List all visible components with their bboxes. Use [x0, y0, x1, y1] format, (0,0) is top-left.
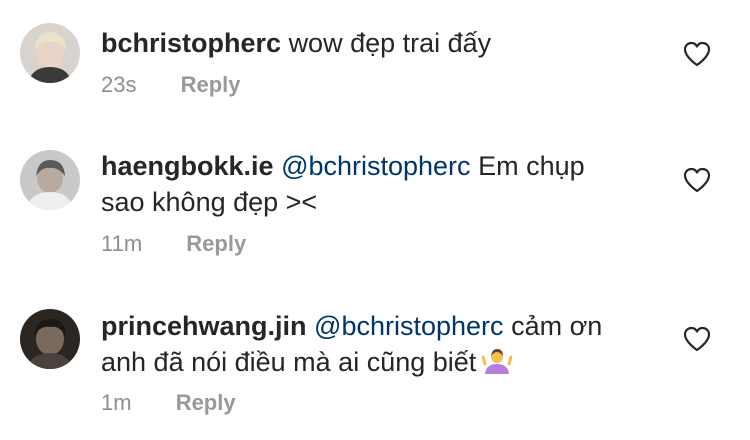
heart-outline-icon[interactable]: [683, 167, 711, 193]
comment-time: 23s: [101, 72, 137, 97]
user-avatar[interactable]: [20, 150, 80, 210]
comment-text: wow đẹp trai đấy: [288, 28, 492, 58]
heart-outline-icon[interactable]: [683, 41, 711, 67]
comment-mention-link[interactable]: @bchristopherc: [281, 151, 471, 181]
reply-button[interactable]: Reply: [176, 390, 236, 416]
user-avatar[interactable]: [20, 309, 80, 369]
heart-outline-icon[interactable]: [683, 326, 711, 352]
person-shrugging-emoji: [481, 347, 513, 386]
comment-mention-link[interactable]: @bchristopherc: [314, 311, 504, 341]
user-avatar[interactable]: [20, 23, 80, 83]
comment-body: haengbokk.ie @bchristopherc Em chụp sao …: [101, 148, 661, 220]
comment-username[interactable]: bchristopherc: [101, 28, 281, 58]
comment-text-line2: sao không đẹp ><: [101, 187, 318, 217]
reply-button[interactable]: Reply: [186, 231, 246, 257]
comment-time: 11m: [101, 231, 143, 256]
reply-button[interactable]: Reply: [181, 72, 241, 98]
comment-username[interactable]: haengbokk.ie: [101, 151, 274, 181]
comment-username[interactable]: princehwang.jin: [101, 311, 307, 341]
comment-body: bchristopherc wow đẹp trai đấy: [101, 25, 661, 61]
comment-meta: 11m Reply: [101, 231, 246, 257]
comment-text: cảm ơn: [511, 311, 603, 341]
comment-text-line2: anh đã nói điều mà ai cũng biết: [101, 347, 477, 377]
comment-meta: 23s Reply: [101, 72, 241, 98]
comment-time: 1m: [101, 390, 132, 415]
comment-meta: 1m Reply: [101, 390, 236, 416]
comment-body: princehwang.jin @bchristopherc cảm ơn an…: [101, 308, 661, 386]
comment-text: Em chụp: [478, 151, 585, 181]
